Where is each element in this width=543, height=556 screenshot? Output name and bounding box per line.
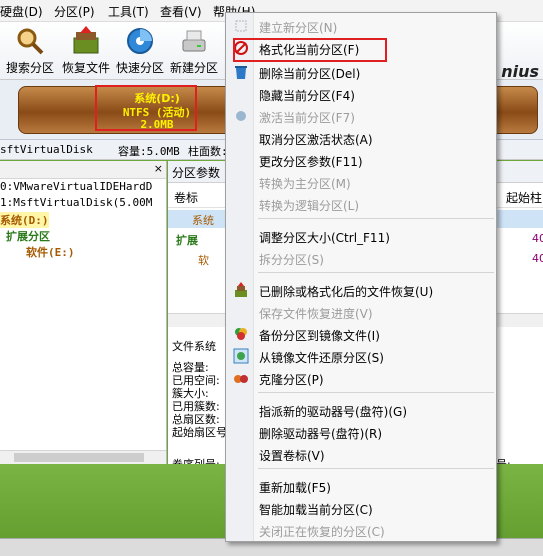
menu-item-label: 转换为主分区(M) bbox=[259, 177, 351, 191]
new-partition-icon bbox=[233, 18, 249, 34]
row-label: 软 bbox=[198, 254, 209, 267]
close-icon[interactable]: × bbox=[154, 162, 163, 175]
restore-image-icon bbox=[233, 348, 249, 364]
menu-item-new-partition[interactable]: 建立新分区(N) bbox=[227, 15, 497, 37]
menu-item-label: 建立新分区(N) bbox=[259, 21, 338, 35]
menu-separator bbox=[258, 272, 494, 273]
tree-hscrollbar[interactable] bbox=[0, 450, 166, 464]
menu-item-label: 重新加载(F5) bbox=[259, 481, 331, 495]
menu-view[interactable]: 查看(V) bbox=[160, 3, 202, 20]
menu-item-file-recovery[interactable]: 已删除或格式化后的文件恢复(U) bbox=[227, 279, 497, 301]
delete-bin-icon bbox=[233, 64, 249, 80]
tree-node-extended[interactable]: 扩展分区 bbox=[6, 228, 50, 244]
row-value: 40 bbox=[532, 252, 543, 265]
clone-icon bbox=[233, 370, 249, 386]
menu-item-delete[interactable]: 删除当前分区(Del) bbox=[227, 61, 497, 83]
search-partition-label: 搜索分区 bbox=[5, 61, 54, 75]
menu-item-label: 删除当前分区(Del) bbox=[259, 67, 361, 81]
brand-logo: nius bbox=[501, 62, 539, 81]
menu-item-label: 从镜像文件还原分区(S) bbox=[259, 351, 384, 365]
new-partition-icon bbox=[179, 26, 209, 56]
menu-item-label: 删除驱动器号(盘符)(R) bbox=[259, 427, 383, 441]
search-partition-icon bbox=[15, 26, 45, 56]
highlight-box bbox=[233, 38, 387, 62]
scroll-thumb[interactable] bbox=[14, 453, 144, 462]
menu-item-label: 隐藏当前分区(F4) bbox=[259, 89, 355, 103]
disk-name: sftVirtualDisk bbox=[0, 143, 93, 156]
tab-partition-params[interactable]: 分区参数 bbox=[172, 164, 220, 181]
recover-files-label: 恢复文件 bbox=[61, 61, 110, 75]
menu-item-label: 智能加载当前分区(C) bbox=[259, 503, 373, 517]
menu-disk[interactable]: 硬盘(D) bbox=[0, 3, 43, 20]
recover-files-icon bbox=[71, 26, 101, 56]
serial-right-label: 号: bbox=[496, 456, 511, 464]
menu-item-close-recovering[interactable]: 关闭正在恢复的分区(C) bbox=[227, 519, 497, 541]
menu-item-backup-image[interactable]: 备份分区到镜像文件(I) bbox=[227, 323, 497, 345]
menu-item-remove-letter[interactable]: 删除驱动器号(盘符)(R) bbox=[227, 421, 497, 443]
menu-item-to-primary[interactable]: 转换为主分区(M) bbox=[227, 171, 497, 193]
menu-item-resize[interactable]: 调整分区大小(Ctrl_F11) bbox=[227, 225, 497, 247]
context-menu: 建立新分区(N) 格式化当前分区(F) 删除当前分区(Del) 隐藏当前分区(F… bbox=[225, 12, 497, 542]
menu-item-label: 保存文件恢复进度(V) bbox=[259, 307, 373, 321]
menu-item-smart-load[interactable]: 智能加载当前分区(C) bbox=[227, 497, 497, 519]
menu-item-clone[interactable]: 克隆分区(P) bbox=[227, 367, 497, 389]
menu-item-deactivate[interactable]: 取消分区激活状态(A) bbox=[227, 127, 497, 149]
menu-item-to-logical[interactable]: 转换为逻辑分区(L) bbox=[227, 193, 497, 215]
menu-item-restore-image[interactable]: 从镜像文件还原分区(S) bbox=[227, 345, 497, 367]
menu-item-label: 已删除或格式化后的文件恢复(U) bbox=[259, 285, 434, 299]
fs-label: 文件系统 bbox=[172, 340, 216, 353]
backup-image-icon bbox=[233, 326, 249, 342]
menu-item-assign-letter[interactable]: 指派新的驱动器号(盘符)(G) bbox=[227, 399, 497, 421]
tree-node-system[interactable]: 系统(D:) bbox=[0, 212, 49, 228]
menu-separator bbox=[258, 218, 494, 219]
menu-item-change-params[interactable]: 更改分区参数(F11) bbox=[227, 149, 497, 171]
disk-tree: × 0:VMwareVirtualIDEHardD 1:MsftVirtualD… bbox=[0, 161, 167, 464]
menu-item-label: 激活当前分区(F7) bbox=[259, 111, 355, 125]
menu-item-label: 拆分分区(S) bbox=[259, 253, 324, 267]
menu-tools[interactable]: 工具(T) bbox=[108, 3, 149, 20]
menu-item-label: 设置卷标(V) bbox=[259, 449, 325, 463]
menu-item-label: 更改分区参数(F11) bbox=[259, 155, 363, 169]
quick-partition-label: 快速分区 bbox=[115, 61, 164, 75]
col-start-cylinder: 起始柱 bbox=[506, 191, 543, 205]
menu-item-label: 关闭正在恢复的分区(C) bbox=[259, 525, 385, 539]
search-partition-button[interactable]: 搜索分区 bbox=[2, 26, 58, 78]
menu-item-label: 备份分区到镜像文件(I) bbox=[259, 329, 380, 343]
row-label: 扩展 bbox=[176, 234, 198, 247]
row-value: 40 bbox=[532, 232, 543, 245]
serial-label: 卷序列号: bbox=[172, 456, 220, 464]
tree-header: × bbox=[0, 161, 166, 179]
col-volume-label: 卷标 bbox=[174, 191, 199, 205]
menu-separator bbox=[258, 392, 494, 393]
activate-icon bbox=[233, 108, 249, 124]
menu-item-label: 取消分区激活状态(A) bbox=[259, 133, 373, 147]
menu-item-reload[interactable]: 重新加载(F5) bbox=[227, 475, 497, 497]
disk-capacity: 容量:5.0MB bbox=[118, 145, 180, 158]
quick-partition-button[interactable]: 快速分区 bbox=[112, 26, 168, 78]
new-partition-button[interactable]: 新建分区 bbox=[166, 26, 222, 78]
menu-item-label: 克隆分区(P) bbox=[259, 373, 324, 387]
menu-item-hide[interactable]: 隐藏当前分区(F4) bbox=[227, 83, 497, 105]
file-recover-icon bbox=[233, 282, 249, 298]
new-partition-label: 新建分区 bbox=[169, 61, 218, 75]
menu-item-label: 调整分区大小(Ctrl_F11) bbox=[259, 231, 390, 245]
menu-item-label: 指派新的驱动器号(盘符)(G) bbox=[259, 405, 408, 419]
highlight-box bbox=[95, 85, 197, 131]
menu-item-split[interactable]: 拆分分区(S) bbox=[227, 247, 497, 269]
menu-item-save-progress[interactable]: 保存文件恢复进度(V) bbox=[227, 301, 497, 323]
menu-item-label: 转换为逻辑分区(L) bbox=[259, 199, 360, 213]
menu-partition[interactable]: 分区(P) bbox=[54, 3, 95, 20]
menu-item-activate[interactable]: 激活当前分区(F7) bbox=[227, 105, 497, 127]
row-label: 系统 bbox=[192, 214, 214, 227]
quick-partition-icon bbox=[125, 26, 155, 56]
tree-node-software[interactable]: 软件(E:) bbox=[26, 244, 75, 260]
menu-separator bbox=[258, 468, 494, 469]
tree-node-disk1[interactable]: 1:MsftVirtualDisk(5.00M bbox=[0, 196, 152, 209]
menu-item-set-label[interactable]: 设置卷标(V) bbox=[227, 443, 497, 465]
tree-node-disk0[interactable]: 0:VMwareVirtualIDEHardD bbox=[0, 180, 152, 193]
recover-files-button[interactable]: 恢复文件 bbox=[58, 26, 114, 78]
